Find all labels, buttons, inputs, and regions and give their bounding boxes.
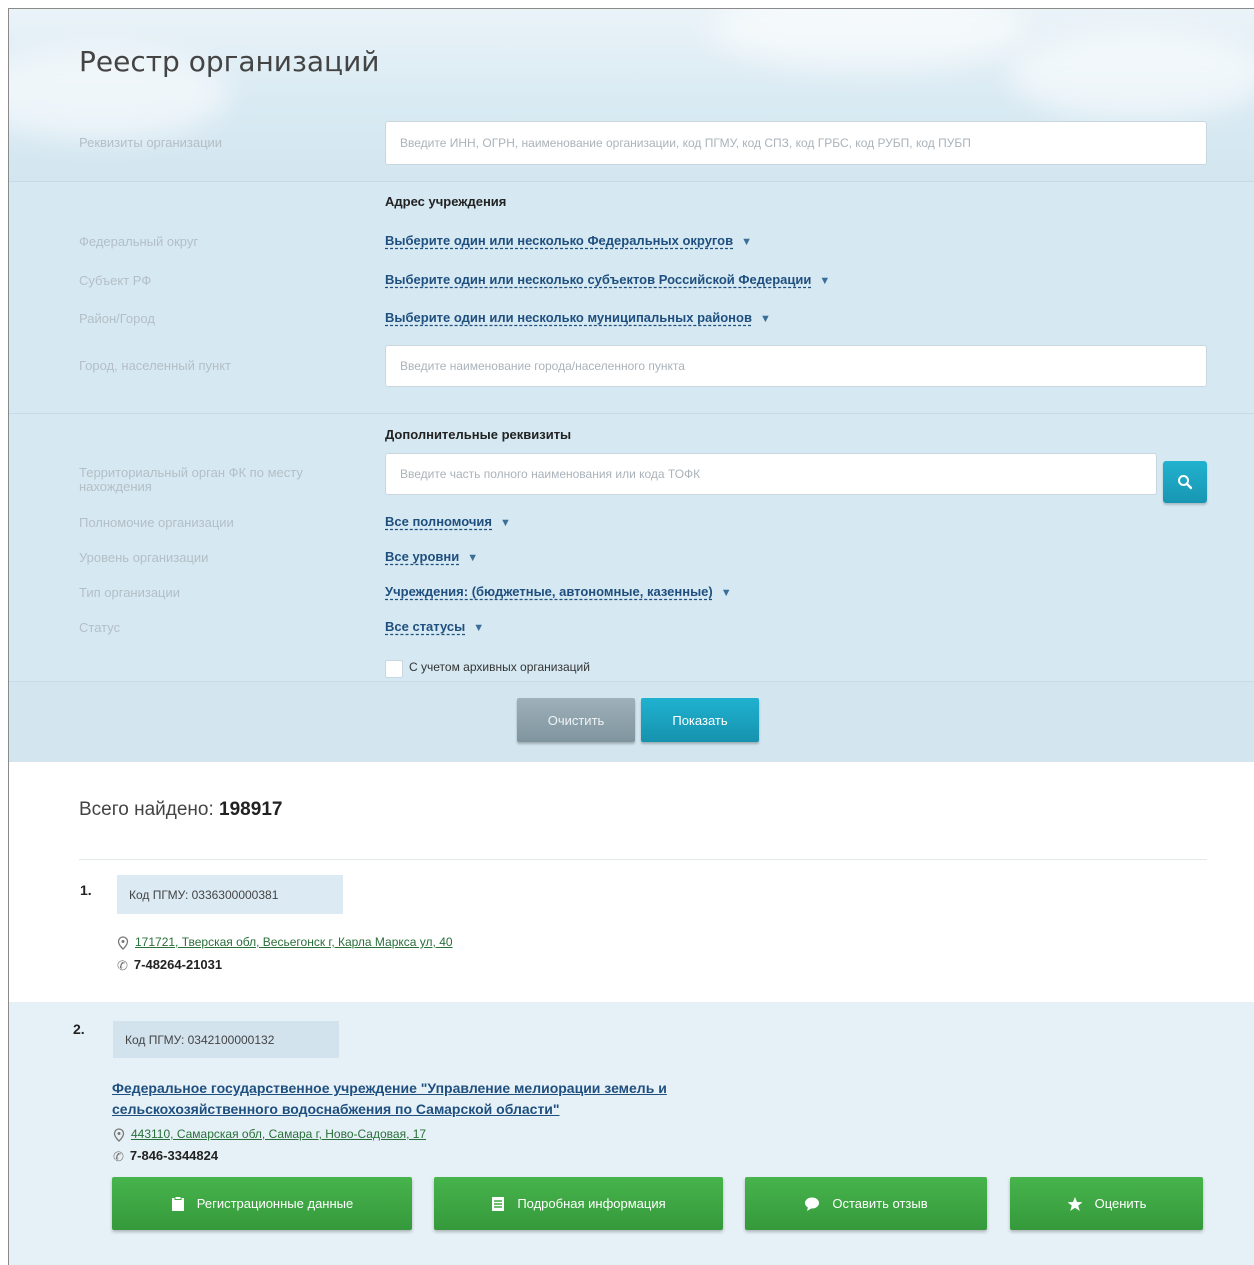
- leave-feedback-button[interactable]: Оставить отзыв: [745, 1177, 987, 1230]
- powers-label: Полномочие организации: [79, 515, 234, 530]
- level-dropdown[interactable]: Все уровни ▼: [385, 549, 478, 564]
- result-address: 443110, Самарская обл, Самара г, Ново-Са…: [131, 1127, 427, 1141]
- rate-label: Оценить: [1094, 1196, 1147, 1211]
- show-button[interactable]: Показать: [641, 698, 759, 742]
- status-dropdown[interactable]: Все статусы ▼: [385, 619, 484, 634]
- page-title: Реестр организаций: [79, 45, 380, 78]
- result-address-link[interactable]: 443110, Самарская обл, Самара г, Ново-Са…: [113, 1127, 426, 1142]
- type-value: Учреждения: (бюджетные, автономные, казе…: [385, 584, 713, 599]
- clear-button[interactable]: Очистить: [517, 698, 635, 742]
- subject-dropdown[interactable]: Выберите один или несколько субъектов Ро…: [385, 272, 830, 287]
- detailed-info-label: Подробная информация: [517, 1196, 666, 1211]
- result-phone-value: 7-48264-21031: [133, 957, 223, 972]
- tofk-input[interactable]: Введите часть полного наименования или к…: [385, 453, 1157, 495]
- status-label: Статус: [79, 620, 121, 635]
- star-icon: [1067, 1196, 1083, 1212]
- result-code-badge: Код ПГМУ: 0336300000381: [117, 875, 343, 914]
- leave-feedback-label: Оставить отзыв: [832, 1196, 928, 1211]
- dropdown-arrow-icon: ▼: [720, 587, 732, 599]
- registration-data-label: Регистрационные данные: [196, 1196, 354, 1211]
- type-dropdown[interactable]: Учреждения: (бюджетные, автономные, казе…: [385, 584, 732, 599]
- dropdown-arrow-icon: ▼: [473, 622, 485, 634]
- level-label: Уровень организации: [79, 550, 209, 565]
- dropdown-arrow-icon: ▼: [741, 236, 752, 248]
- phone-icon: ✆: [117, 957, 128, 973]
- result-address-link[interactable]: 171721, Тверская обл, Весьегонск г, Карл…: [117, 935, 453, 950]
- requisites-label: Реквизиты организации: [79, 135, 223, 150]
- result-address: 171721, Тверская обл, Весьегонск г, Карл…: [135, 935, 453, 949]
- results-count-label: Всего найдено:: [79, 799, 214, 820]
- results-count-value: 198917: [219, 799, 283, 820]
- level-value: Все уровни: [385, 549, 460, 564]
- requisites-input[interactable]: Введите ИНН, ОГРН, наименование организа…: [385, 121, 1207, 165]
- city-input[interactable]: Введите наименование города/населенного …: [385, 345, 1207, 387]
- result-phone-value: 7-846-3344824: [129, 1148, 219, 1163]
- fed-district-value: Выберите один или несколько Федеральных …: [385, 233, 734, 248]
- tofk-label: Территориальный орган ФК по месту нахожд…: [79, 465, 303, 494]
- result-number: 2.: [73, 1021, 85, 1037]
- subject-label: Субъект РФ: [79, 273, 152, 288]
- powers-value: Все полномочия: [385, 514, 492, 529]
- district-dropdown[interactable]: Выберите один или несколько муниципальны…: [385, 310, 771, 325]
- address-section-title: Адрес учреждения: [385, 194, 507, 209]
- tofk-search-button[interactable]: [1163, 461, 1207, 503]
- type-label: Тип организации: [79, 585, 181, 600]
- dropdown-arrow-icon: ▼: [467, 552, 479, 564]
- extra-section-title: Дополнительные реквизиты: [385, 427, 572, 442]
- search-icon: [1178, 475, 1193, 490]
- district-value: Выберите один или несколько муниципальны…: [385, 310, 752, 325]
- fed-district-label: Федеральный округ: [79, 234, 199, 249]
- archive-checkbox-label: С учетом архивных организаций: [409, 660, 590, 674]
- dropdown-arrow-icon: ▼: [819, 275, 831, 287]
- archive-checkbox[interactable]: [385, 660, 403, 678]
- district-label: Район/Город: [79, 311, 155, 326]
- phone-icon: ✆: [113, 1148, 124, 1164]
- result-phone: ✆ 7-846-3344824: [113, 1148, 218, 1165]
- rate-button[interactable]: Оценить: [1010, 1177, 1203, 1230]
- speech-bubble-icon: [804, 1196, 820, 1212]
- result-code-badge: Код ПГМУ: 0342100000132: [113, 1021, 339, 1058]
- document-list-icon: [491, 1196, 505, 1212]
- result-org-name-link[interactable]: Федеральное государственное учреждение "…: [112, 1078, 832, 1120]
- dropdown-arrow-icon: ▼: [500, 517, 511, 529]
- results-count: Всего найдено: 198917: [79, 799, 282, 821]
- results-divider: [79, 859, 1207, 860]
- result-phone: ✆ 7-48264-21031: [117, 957, 222, 974]
- city-label: Город, населенный пункт: [79, 358, 231, 373]
- fed-district-dropdown[interactable]: Выберите один или несколько Федеральных …: [385, 233, 752, 248]
- clipboard-icon: [171, 1195, 185, 1212]
- page-frame: Реестр организаций Реквизиты организации…: [8, 8, 1254, 1265]
- status-value: Все статусы: [385, 619, 466, 634]
- result-number: 1.: [80, 882, 92, 898]
- registration-data-button[interactable]: Регистрационные данные: [112, 1177, 412, 1230]
- detailed-info-button[interactable]: Подробная информация: [434, 1177, 723, 1230]
- subject-value: Выберите один или несколько субъектов Ро…: [385, 272, 812, 287]
- location-pin-icon: [113, 1128, 125, 1142]
- powers-dropdown[interactable]: Все полномочия ▼: [385, 514, 511, 529]
- dropdown-arrow-icon: ▼: [759, 313, 771, 325]
- location-pin-icon: [117, 936, 129, 950]
- search-header: Реестр организаций Реквизиты организации…: [9, 9, 1254, 181]
